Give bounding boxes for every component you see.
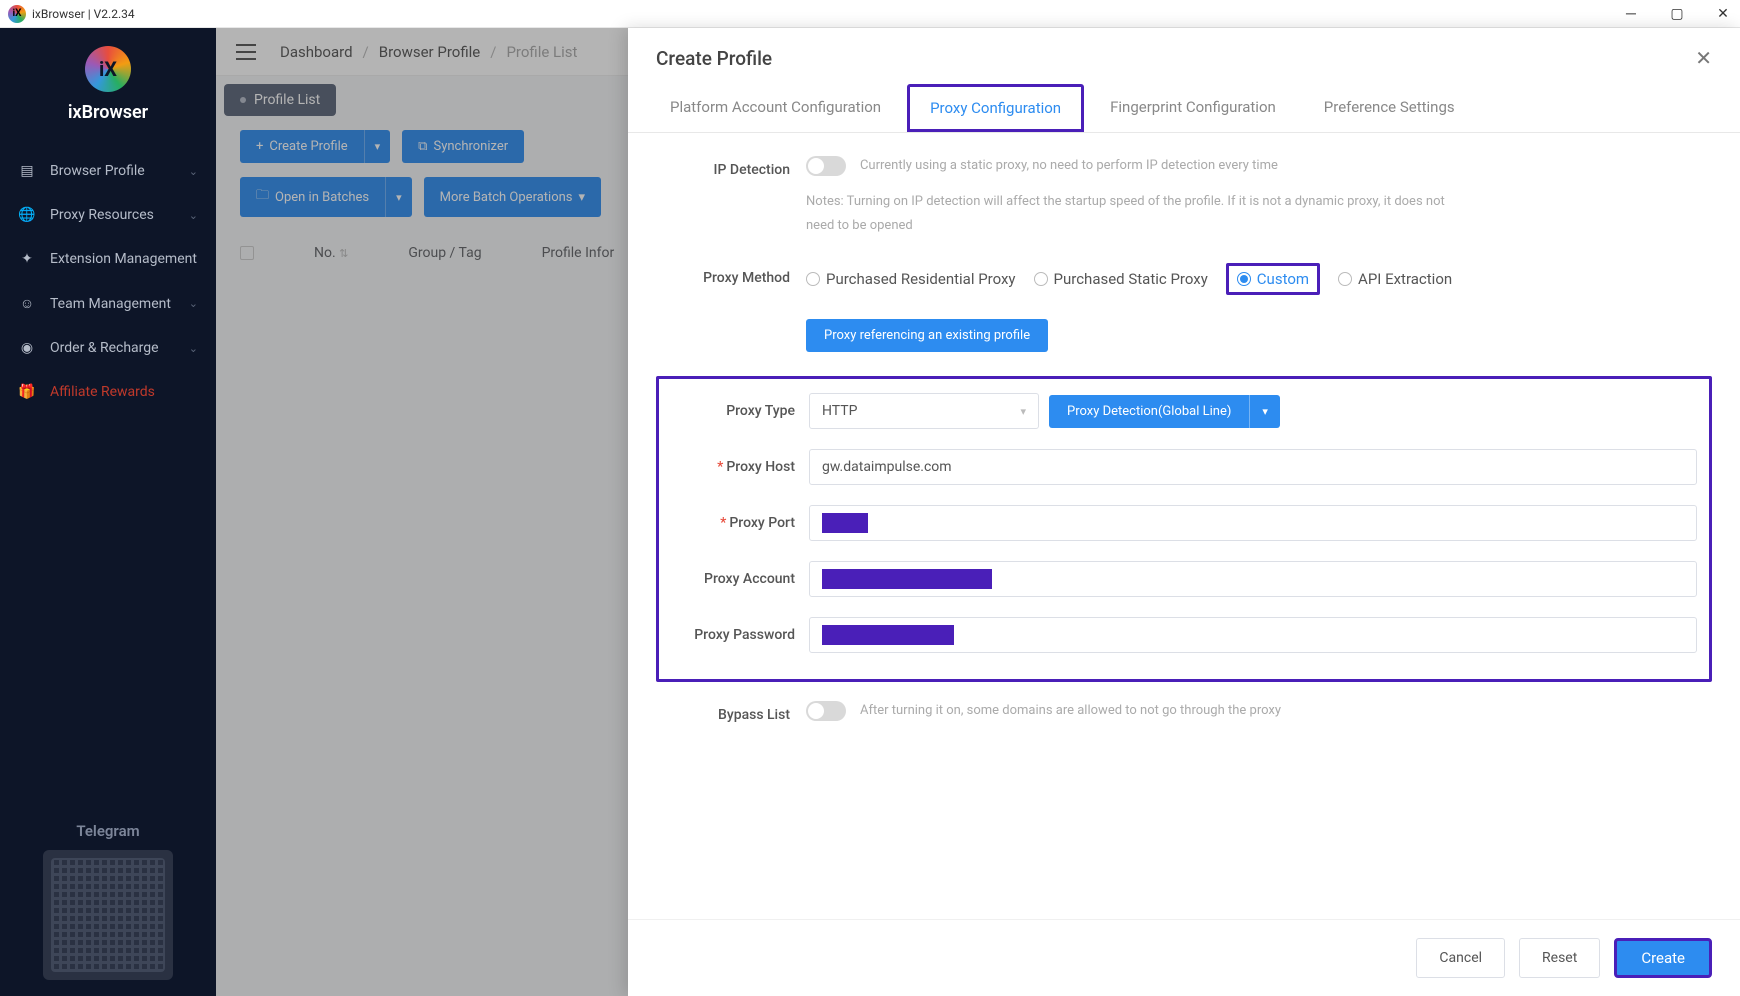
sidebar-item-team-management[interactable]: ☺ Team Management ⌄ <box>0 281 216 326</box>
radio-api-extraction[interactable]: API Extraction <box>1338 270 1452 288</box>
chevron-down-icon: ⌄ <box>189 165 198 178</box>
chevron-down-icon: ▾ <box>1020 405 1026 418</box>
main-area: Dashboard / Browser Profile / Profile Li… <box>216 28 1740 996</box>
tab-fingerprint-config[interactable]: Fingerprint Configuration <box>1088 84 1298 132</box>
select-value: HTTP <box>822 403 857 419</box>
proxy-port-label: *Proxy Port <box>671 515 809 531</box>
panel-tabs: Platform Account Configuration Proxy Con… <box>628 70 1740 133</box>
panel-title: Create Profile <box>656 47 772 70</box>
ip-detection-hint: Currently using a static proxy, no need … <box>860 158 1278 173</box>
radio-residential-proxy[interactable]: Purchased Residential Proxy <box>806 270 1016 288</box>
bypass-list-toggle[interactable] <box>806 701 846 721</box>
redacted-value <box>822 625 954 645</box>
proxy-type-select[interactable]: HTTP ▾ <box>809 393 1039 429</box>
window-icon: ▤ <box>18 163 36 179</box>
radio-label: Purchased Static Proxy <box>1054 270 1208 288</box>
panel-footer: Cancel Reset Create <box>628 919 1740 996</box>
proxy-detection-button[interactable]: Proxy Detection(Global Line) <box>1049 395 1249 428</box>
radio-label: Purchased Residential Proxy <box>826 270 1016 288</box>
radio-custom-highlight: Custom <box>1226 263 1320 295</box>
globe-icon: 🌐 <box>18 207 36 223</box>
proxy-port-input[interactable] <box>809 505 1697 541</box>
proxy-password-label: Proxy Password <box>671 627 809 643</box>
sidebar-item-browser-profile[interactable]: ▤ Browser Profile ⌄ <box>0 149 216 193</box>
radio-custom[interactable]: Custom <box>1237 270 1309 288</box>
bypass-list-label: Bypass List <box>656 700 806 723</box>
ip-detection-label: IP Detection <box>656 155 806 178</box>
proxy-host-label: *Proxy Host <box>671 459 809 475</box>
tab-proxy-config[interactable]: Proxy Configuration <box>907 84 1084 132</box>
titlebar: iX ixBrowser | V2.2.34 ─ ▢ ✕ <box>0 0 1740 28</box>
logo: iX ixBrowser <box>0 28 216 131</box>
proxy-method-label: Proxy Method <box>656 263 806 286</box>
close-window-button[interactable]: ✕ <box>1714 5 1732 23</box>
qr-code[interactable] <box>43 850 173 980</box>
telegram-widget: Telegram <box>0 806 216 996</box>
nav-label: Proxy Resources <box>50 207 154 223</box>
close-panel-button[interactable]: ✕ <box>1695 46 1712 70</box>
proxy-type-label: Proxy Type <box>671 403 809 419</box>
sidebar-item-proxy-resources[interactable]: 🌐 Proxy Resources ⌄ <box>0 193 216 237</box>
proxy-host-input[interactable] <box>809 449 1697 485</box>
window-title: ixBrowser | V2.2.34 <box>32 7 135 21</box>
cancel-button[interactable]: Cancel <box>1416 938 1505 978</box>
app-icon: iX <box>8 5 26 23</box>
proxy-password-input[interactable] <box>809 617 1697 653</box>
nav-label: Affiliate Rewards <box>50 384 155 400</box>
chevron-down-icon: ⌄ <box>189 209 198 222</box>
users-icon: ☺ <box>18 295 36 312</box>
nav-label: Team Management <box>50 296 171 312</box>
tab-preference-settings[interactable]: Preference Settings <box>1302 84 1477 132</box>
logo-icon: iX <box>85 46 131 92</box>
sidebar: iX ixBrowser ▤ Browser Profile ⌄ 🌐 Proxy Re… <box>0 28 216 996</box>
redacted-value <box>822 569 992 589</box>
nav-label: Browser Profile <box>50 163 145 179</box>
gift-icon: 🎁 <box>18 384 36 400</box>
maximize-button[interactable]: ▢ <box>1668 5 1686 23</box>
nav-label: Order & Recharge <box>50 340 159 356</box>
ip-detection-notes: Notes: Turning on IP detection will affe… <box>806 190 1446 239</box>
chevron-down-icon: ⌄ <box>189 297 198 310</box>
radio-label: Custom <box>1257 270 1309 288</box>
proxy-detection-dropdown[interactable]: ▾ <box>1249 395 1280 428</box>
chevron-down-icon: ⌄ <box>189 342 198 355</box>
create-button[interactable]: Create <box>1614 938 1712 978</box>
radio-label: API Extraction <box>1358 270 1452 288</box>
proxy-account-label: Proxy Account <box>671 571 809 587</box>
ip-detection-toggle[interactable] <box>806 156 846 176</box>
telegram-title: Telegram <box>16 822 200 840</box>
create-profile-panel: Create Profile ✕ Platform Account Config… <box>628 28 1740 996</box>
radio-static-proxy[interactable]: Purchased Static Proxy <box>1034 270 1208 288</box>
sidebar-item-order-recharge[interactable]: ◉ Order & Recharge ⌄ <box>0 326 216 370</box>
reset-button[interactable]: Reset <box>1519 938 1600 978</box>
sidebar-item-affiliate-rewards[interactable]: 🎁 Affiliate Rewards <box>0 370 216 414</box>
proxy-reference-button[interactable]: Proxy referencing an existing profile <box>806 319 1048 352</box>
tab-platform-config[interactable]: Platform Account Configuration <box>648 84 903 132</box>
proxy-fields-highlight: Proxy Type HTTP ▾ Proxy Detection(Global… <box>656 376 1712 682</box>
bypass-list-hint: After turning it on, some domains are al… <box>860 703 1281 718</box>
coin-icon: ◉ <box>18 340 36 356</box>
redacted-value <box>822 513 868 533</box>
minimize-button[interactable]: ─ <box>1622 5 1640 23</box>
puzzle-icon: ✦ <box>18 251 36 267</box>
form-body: IP Detection Currently using a static pr… <box>628 133 1740 919</box>
brand-name: ixBrowser <box>0 102 216 123</box>
sidebar-item-extension-management[interactable]: ✦ Extension Management <box>0 237 216 281</box>
proxy-account-input[interactable] <box>809 561 1697 597</box>
nav-label: Extension Management <box>50 251 197 267</box>
